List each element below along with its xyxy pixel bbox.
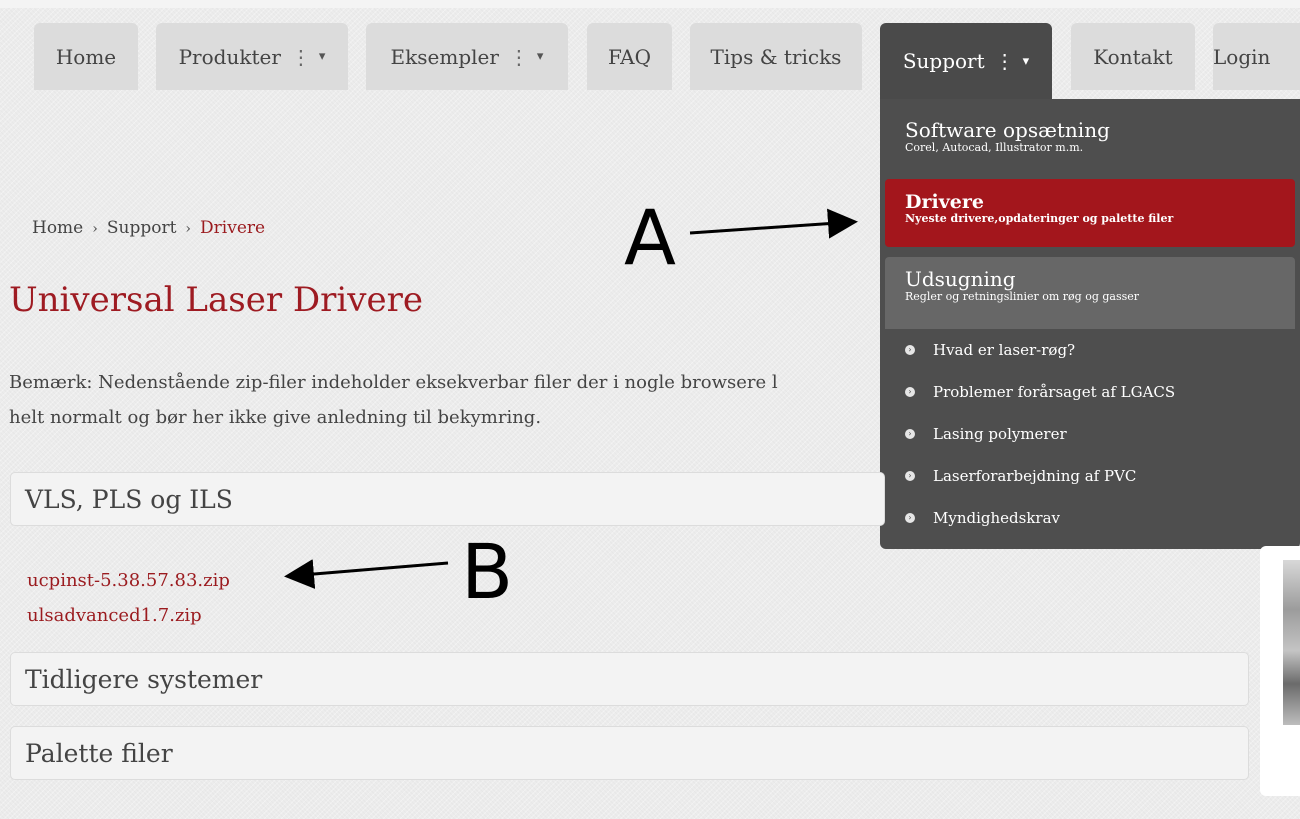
annotation-a: A <box>624 193 676 282</box>
arrow-b <box>284 559 449 589</box>
arrow-a <box>689 208 858 239</box>
annotation-arrows <box>284 208 858 589</box>
annotation-b: B <box>461 527 514 616</box>
